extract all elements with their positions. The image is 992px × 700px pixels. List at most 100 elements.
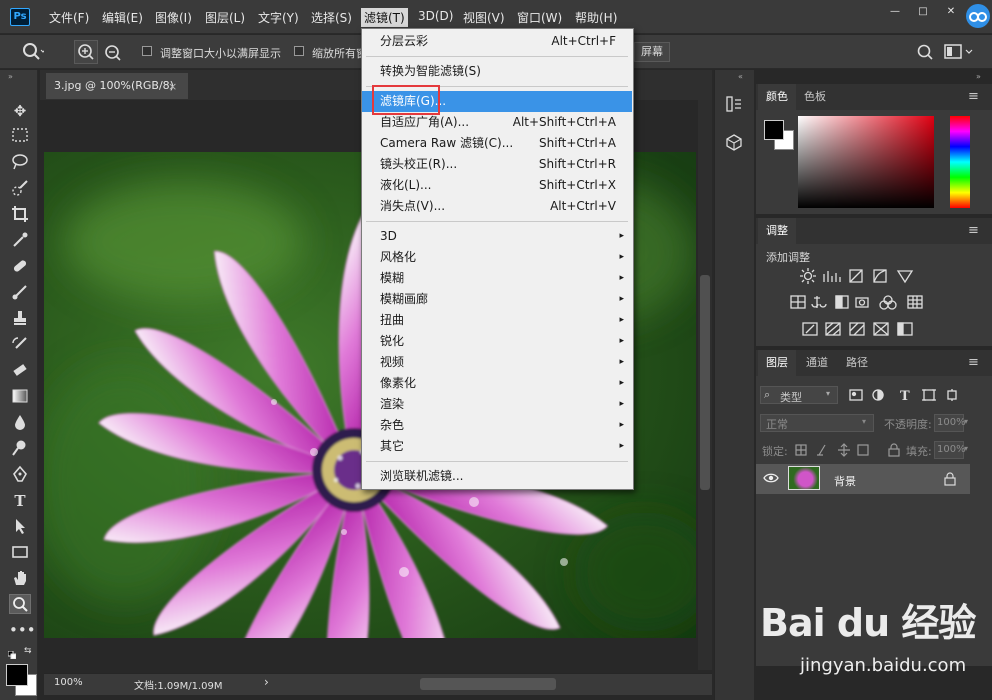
vertical-scroll-thumb[interactable] [700,275,710,490]
eyedropper-tool-icon[interactable] [9,231,31,251]
tab-adjustments[interactable]: 调整 [758,218,796,244]
zoom-out-button[interactable] [102,42,124,64]
panels-collapse-icon[interactable]: » [976,72,981,81]
lock-all-icon[interactable] [888,443,900,460]
layer-thumbnail [788,466,820,490]
blur-tool-icon[interactable] [9,413,31,433]
gradient-tool-icon[interactable] [9,387,31,407]
menu-3d[interactable]: 3D(D) [418,9,453,23]
menu-item-blur[interactable]: 模糊 ▸ [362,268,632,289]
swap-colors-icon[interactable]: ⇆ [24,646,32,656]
menu-edit[interactable]: 编辑(E) [102,9,143,26]
opacity-chevron-icon[interactable]: ▾ [964,417,968,426]
menu-select[interactable]: 选择(S) [311,9,352,26]
menu-view[interactable]: 视图(V) [463,9,505,26]
marquee-tool-icon[interactable] [9,127,31,147]
menu-item-other[interactable]: 其它 ▸ [362,436,632,457]
menu-item-render[interactable]: 渲染 ▸ [362,394,632,415]
close-tab-icon[interactable]: × [168,80,177,93]
menu-item-blur-gallery[interactable]: 模糊画廊 ▸ [362,289,632,310]
menu-item-vanishing-point[interactable]: 消失点(V)... Alt+Ctrl+V [362,196,632,217]
fill-input[interactable]: 100% [934,441,966,459]
default-colors-icon[interactable] [7,648,17,660]
zoom-in-button[interactable] [74,40,98,64]
menu-item-camera-raw[interactable]: Camera Raw 滤镜(C)... Shift+Ctrl+A [362,133,632,154]
type-tool-icon[interactable]: T [9,491,31,511]
menu-item-adaptive-wide-angle[interactable]: 自适应广角(A)... Alt+Shift+Ctrl+A [362,112,632,133]
menu-item-noise[interactable]: 杂色 ▸ [362,415,632,436]
horizontal-scroll-thumb[interactable] [420,678,556,690]
zoom-level[interactable]: 100% [54,677,83,688]
layer-name[interactable]: 背景 [834,473,856,489]
menu-item-browse-filters-online[interactable]: 浏览联机滤镜... [362,466,632,487]
color-field[interactable] [798,116,934,208]
tab-paths[interactable]: 路径 [838,350,876,376]
menu-layer[interactable]: 图层(L) [205,9,245,26]
menu-item-liquify[interactable]: 液化(L)... Shift+Ctrl+X [362,175,632,196]
hand-tool-icon[interactable] [9,569,31,589]
move-tool-icon[interactable]: ✥ [9,101,31,121]
brush-tool-icon[interactable] [9,283,31,303]
toolbar-collapse-icon[interactable]: » [8,72,13,81]
document-tab[interactable]: 3.jpg @ 100%(RGB/8) [46,73,188,99]
cloud-app-icon [966,4,990,28]
adjustment-icons-row1 [800,268,920,287]
menu-file[interactable]: 文件(F) [49,9,89,26]
tab-swatches[interactable]: 色板 [796,84,834,110]
tab-layers[interactable]: 图层 [758,350,796,376]
lasso-tool-icon[interactable] [9,153,31,173]
menu-item-pixelate[interactable]: 像素化 ▸ [362,373,632,394]
menu-item-stylize[interactable]: 风格化 ▸ [362,247,632,268]
menu-filter[interactable]: 滤镜(T) [361,8,408,27]
pen-tool-icon[interactable] [9,465,31,485]
lock-label: 锁定: [762,445,788,458]
menu-item-sharpen[interactable]: 锐化 ▸ [362,331,632,352]
fill-screen-button[interactable]: 屏幕 [634,42,670,62]
crop-tool-icon[interactable] [9,205,31,225]
clone-stamp-tool-icon[interactable] [9,309,31,329]
zoom-tool-selected-icon[interactable] [9,594,31,614]
adjust-panel-menu-icon[interactable]: ≡ [968,223,979,238]
zoom-tool-icon[interactable] [22,42,46,66]
menu-help[interactable]: 帮助(H) [575,9,617,26]
eye-icon[interactable] [763,472,779,487]
workspace-icon[interactable] [944,44,974,63]
opacity-input[interactable]: 100% [934,414,966,432]
dodge-tool-icon[interactable] [9,439,31,459]
menu-type[interactable]: 文字(Y) [258,9,299,26]
layer-filter-search-icon: ⌕ [764,388,771,401]
rectangle-tool-icon[interactable] [9,543,31,563]
hue-slider[interactable] [950,116,970,208]
close-window-button[interactable]: ✕ [940,5,962,21]
layers-panel-menu-icon[interactable]: ≡ [968,355,979,370]
healing-brush-tool-icon[interactable] [9,257,31,277]
menu-window[interactable]: 窗口(W) [517,9,562,26]
tab-color[interactable]: 颜色 [758,84,796,110]
more-tools-icon[interactable]: ••• [9,620,36,640]
menu-item-convert-smart-filter[interactable]: 转换为智能滤镜(S) [362,61,632,82]
eraser-tool-icon[interactable] [9,361,31,381]
resize-windows-checkbox[interactable] [142,46,152,56]
fg-color-chip[interactable] [764,120,784,140]
history-panel-icon[interactable] [724,95,744,115]
maximize-button[interactable]: □ [912,5,934,21]
strip-collapse-icon[interactable]: « [738,72,743,81]
search-icon[interactable] [916,43,934,64]
menu-item-lens-correction[interactable]: 镜头校正(R)... Shift+Ctrl+R [362,154,632,175]
fill-chevron-icon[interactable]: ▾ [964,444,968,453]
3d-panel-icon[interactable] [724,133,744,153]
menu-item-clouds[interactable]: 分层云彩 Alt+Ctrl+F [362,31,632,52]
svg-text:T: T [900,389,910,403]
zoom-all-checkbox[interactable] [294,46,304,56]
tab-channels[interactable]: 通道 [798,350,836,376]
minimize-button[interactable]: — [884,5,906,21]
path-select-tool-icon[interactable] [9,517,31,537]
quick-select-tool-icon[interactable] [9,179,31,199]
history-brush-tool-icon[interactable] [9,335,31,355]
color-panel-menu-icon[interactable]: ≡ [968,89,979,104]
menu-image[interactable]: 图像(I) [155,9,192,26]
menu-item-3d[interactable]: 3D ▸ [362,226,632,247]
status-menu-arrow-icon[interactable]: › [264,675,269,689]
menu-item-video[interactable]: 视频 ▸ [362,352,632,373]
menu-item-distort[interactable]: 扭曲 ▸ [362,310,632,331]
